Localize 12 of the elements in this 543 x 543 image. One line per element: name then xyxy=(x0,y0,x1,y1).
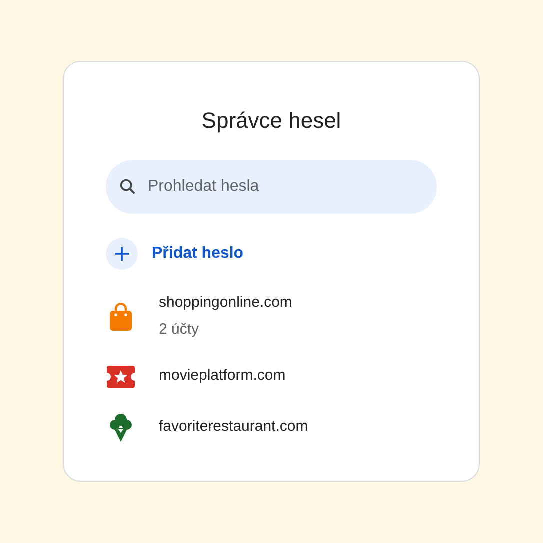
site-name[interactable]: shoppingonline.com xyxy=(159,292,292,314)
shopping-bag-icon xyxy=(109,302,133,330)
plus-icon xyxy=(106,238,138,270)
ticket-icon xyxy=(107,366,135,388)
add-password-button[interactable]: Přidat heslo xyxy=(106,238,244,270)
tree-icon xyxy=(109,414,133,442)
account-count: 2 účty xyxy=(159,320,200,340)
search-field[interactable]: Prohledat hesla xyxy=(106,160,437,214)
site-name[interactable]: movieplatform.com xyxy=(159,365,286,388)
site-name[interactable]: favoriterestaurant.com xyxy=(159,416,308,439)
card-title: Správce hesel xyxy=(202,107,342,135)
search-icon xyxy=(118,177,138,197)
